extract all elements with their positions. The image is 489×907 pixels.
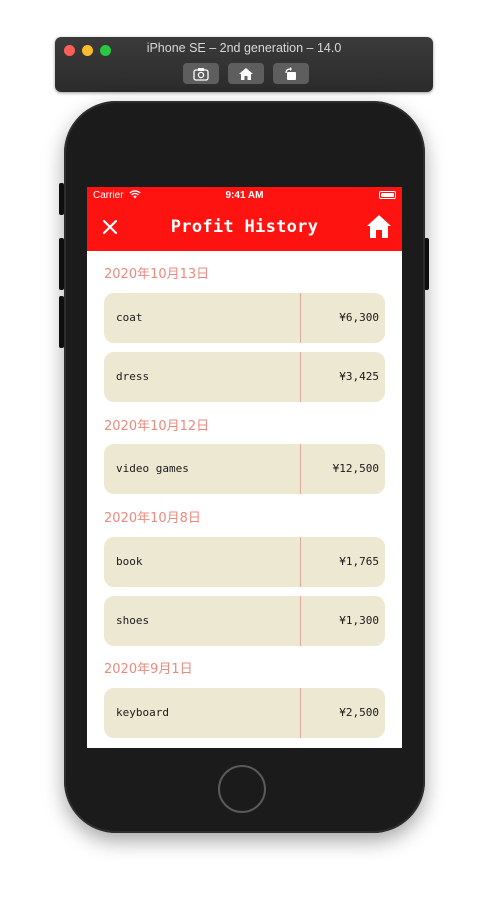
item-amount: ¥1,300	[339, 614, 379, 627]
divider	[300, 444, 301, 494]
simulator-home-button[interactable]	[228, 63, 264, 84]
status-bar: Carrier 9:41 AM	[87, 187, 402, 204]
item-amount: ¥2,500	[339, 706, 379, 719]
divider	[300, 596, 301, 646]
divider	[300, 293, 301, 343]
item-amount: ¥3,425	[339, 370, 379, 383]
item-amount: ¥12,500	[332, 462, 379, 475]
screenshot-icon	[193, 67, 209, 81]
list-item[interactable]: dress ¥3,425	[104, 352, 385, 402]
divider	[300, 688, 301, 738]
rotate-icon	[285, 66, 296, 80]
date-header: 2020年10月8日	[104, 511, 201, 526]
item-name: book	[116, 555, 143, 568]
divider	[300, 352, 301, 402]
battery-icon	[379, 191, 396, 199]
list-item[interactable]: book ¥1,765	[104, 537, 385, 587]
rotate-button[interactable]	[273, 63, 309, 84]
divider	[300, 537, 301, 587]
item-name: video games	[116, 462, 189, 475]
home-icon[interactable]	[366, 214, 392, 239]
status-time: 9:41 AM	[225, 190, 264, 201]
list-item[interactable]: keyboard ¥2,500	[104, 688, 385, 738]
item-name: coat	[116, 311, 143, 324]
item-name: dress	[116, 370, 150, 383]
list-item[interactable]: video games ¥12,500	[104, 444, 385, 494]
simulator-toolbar: iPhone SE – 2nd generation – 14.0	[55, 37, 433, 92]
date-header: 2020年9月1日	[104, 662, 193, 677]
list-item[interactable]: shoes ¥1,300	[104, 596, 385, 646]
simulator-title: iPhone SE – 2nd generation – 14.0	[146, 41, 342, 55]
item-amount: ¥6,300	[339, 311, 379, 324]
list-item[interactable]: coat ¥6,300	[104, 293, 385, 343]
home-icon	[239, 67, 253, 80]
nav-bar: Profit History	[87, 204, 402, 251]
item-name: shoes	[116, 614, 150, 627]
date-header: 2020年10月12日	[104, 419, 210, 434]
screenshot-button[interactable]	[183, 63, 219, 84]
device-home-button[interactable]	[218, 765, 266, 813]
app-screen: Carrier 9:41 AM Profit History 2020年10月1…	[87, 187, 402, 748]
page-title: Profit History	[170, 217, 319, 237]
item-name: keyboard	[116, 706, 169, 719]
item-amount: ¥1,765	[339, 555, 379, 568]
date-header: 2020年10月13日	[104, 267, 210, 282]
